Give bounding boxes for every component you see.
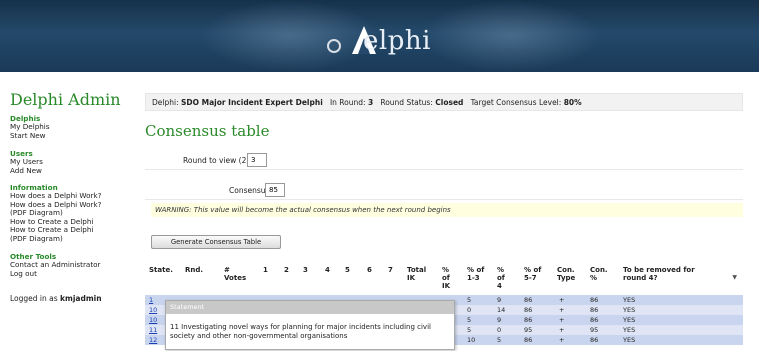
cell-pct-5-7: 86 [524,296,533,304]
consensus-label: Consensus [229,186,270,195]
cell-to-be-removed: YES [623,336,636,344]
cell-con-pct: 86 [590,336,599,344]
delphi-info-bar: Delphi: SDO Major Incident Expert Delphi… [145,93,743,111]
column-header-pct-ik[interactable]: % of IK [442,266,458,290]
cell-con-type: + [559,296,565,304]
statement-link[interactable]: 11 [149,325,157,335]
consensus-warning: WARNING: This value will become the actu… [151,203,743,217]
site-title[interactable]: Delphi Admin [10,90,121,109]
column-header-con-pct[interactable]: Con. % [590,266,612,282]
cell-pct-1-3: 5 [467,316,472,324]
consensus-input[interactable] [265,183,285,197]
column-header-3[interactable]: 3 [303,266,308,274]
column-header-1[interactable]: 1 [263,266,268,274]
sort-arrow-icon[interactable]: ▼ [732,274,737,281]
sidebar: Delphi Admin Delphis My Delphis Start Ne… [0,72,138,351]
statement-link[interactable]: 10 [149,305,157,315]
cell-pct-4: 9 [497,316,502,324]
header-banner: elphi [0,0,759,72]
round-label: In Round: [329,98,366,107]
cell-pct-4: 0 [497,326,502,334]
round-to-view-input[interactable] [247,153,267,167]
target-value: 80% [563,98,582,107]
cell-con-pct: 86 [590,316,599,324]
page-title: Consensus table [145,122,270,140]
column-header-7[interactable]: 7 [388,266,393,274]
column-header-pct-1-3[interactable]: % of 1-3 [467,266,491,282]
column-header-votes[interactable]: # Votes [224,266,254,282]
cell-con-type: + [559,336,565,344]
column-header-pct-4[interactable]: % of 4 [497,266,511,290]
table-header: State. Rnd. # Votes 1 2 3 4 5 6 7 Total … [145,262,743,292]
cell-con-type: + [559,306,565,314]
cell-to-be-removed: YES [623,296,636,304]
cell-con-pct: 95 [590,326,599,334]
cell-pct-4: 5 [497,336,502,344]
statement-link[interactable]: 10 [149,315,157,325]
nav-group-other-tools: Other Tools Contact an Administrator Log… [10,252,101,278]
round-value: 3 [367,98,374,107]
cell-con-type: + [559,316,565,324]
cell-pct-5-7: 95 [524,326,533,334]
column-header-con-type[interactable]: Con. Type [557,266,579,282]
nav-group-delphis: Delphis My Delphis Start New [10,114,50,140]
cell-pct-5-7: 86 [524,336,533,344]
logged-in-prefix: Logged in as [10,294,58,303]
nav-group-users: Users My Users Add New [10,149,43,175]
nav-link-add-new[interactable]: Add New [10,166,43,176]
cell-pct-5-7: 86 [524,316,533,324]
status-value: Closed [435,98,464,107]
status-label: Round Status: [380,98,433,107]
generate-consensus-table-button[interactable]: Generate Consensus Table [151,235,281,249]
nav-link-how-to-create-pdf-label[interactable]: (PDF Diagram) [10,234,101,244]
delphi-logo: elphi [318,14,478,64]
cell-pct-5-7: 86 [524,306,533,314]
delphi-label: Delphi: [152,98,179,107]
round-form-row: Round to view (2 to 3) [145,148,743,170]
cell-pct-1-3: 0 [467,306,472,314]
nav-link-start-new[interactable]: Start New [10,131,50,141]
cell-to-be-removed: YES [623,306,636,314]
nav-group-information: Information How does a Delphi Work? How … [10,183,101,243]
column-header-4[interactable]: 4 [325,266,330,274]
cell-pct-4: 9 [497,296,502,304]
column-header-5[interactable]: 5 [345,266,350,274]
column-header-pct-5-7[interactable]: % of 5-7 [524,266,548,282]
target-label: Target Consensus Level: [470,98,562,107]
column-header-state[interactable]: State. [149,266,173,274]
column-header-total-ik[interactable]: Total IK [407,266,431,282]
cell-con-pct: 86 [590,306,599,314]
statement-tooltip: Statement 11 Investigating novel ways fo… [165,300,455,350]
column-header-round[interactable]: Rnd. [185,266,203,274]
cell-to-be-removed: YES [623,326,636,334]
cell-con-pct: 86 [590,296,599,304]
cell-pct-1-3: 5 [467,326,472,334]
logged-in-username: kmjadmin [60,294,102,303]
column-header-2[interactable]: 2 [284,266,289,274]
delphi-name: SDO Major Incident Expert Delphi [181,98,323,107]
column-header-to-be-removed[interactable]: To be removed for round 4? [623,266,713,282]
cell-pct-4: 14 [497,306,506,314]
cell-pct-1-3: 5 [467,296,472,304]
cell-con-type: + [559,326,565,334]
logo-text: elphi [363,26,431,56]
statement-link[interactable]: 12 [149,335,157,345]
cell-pct-1-3: 10 [467,336,476,344]
column-header-6[interactable]: 6 [367,266,372,274]
tooltip-text: 11 Investigating novel ways for planning… [170,323,431,340]
tooltip-heading: Statement [166,301,454,314]
logged-in-status: Logged in as kmjadmin [10,294,102,303]
consensus-form-row: Consensus [145,178,743,200]
cell-to-be-removed: YES [623,316,636,324]
statement-link[interactable]: 1 [149,295,153,305]
nav-link-log-out[interactable]: Log out [10,269,101,279]
